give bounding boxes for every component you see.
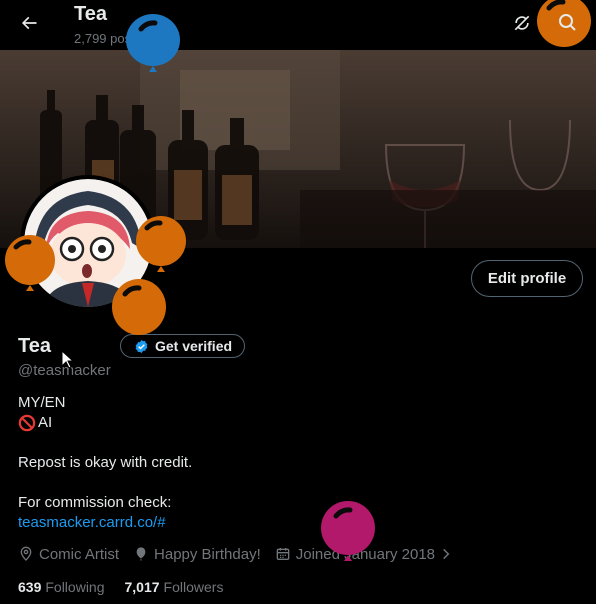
birthday-text: Happy Birthday! bbox=[154, 545, 261, 563]
mouse-cursor-icon bbox=[61, 350, 75, 369]
bio-line-4: For commission check: bbox=[18, 494, 172, 511]
avatar-illustration bbox=[24, 179, 152, 307]
bio-link[interactable]: teasmacker.carrd.co/# bbox=[18, 514, 166, 531]
no-entry-icon bbox=[18, 414, 36, 432]
back-arrow-icon bbox=[21, 16, 37, 30]
profession-text: Comic Artist bbox=[39, 545, 120, 563]
posts-count: 2,799 posts bbox=[74, 31, 142, 46]
profile-avatar[interactable] bbox=[20, 175, 156, 311]
profession-item: Comic Artist bbox=[18, 546, 119, 563]
edit-profile-button[interactable]: Edit profile bbox=[471, 260, 583, 297]
balloon-icon bbox=[136, 547, 146, 561]
following-link[interactable]: 639 Following bbox=[18, 579, 105, 595]
profile-meta: Comic Artist Happy Birthday! Joined Janu… bbox=[18, 544, 453, 564]
bio-ai-text: AI bbox=[38, 414, 53, 431]
get-verified-label: Get verified bbox=[155, 338, 233, 354]
header-title: Tea bbox=[74, 3, 107, 25]
following-count: 639 bbox=[18, 579, 42, 595]
sync-button[interactable] bbox=[507, 8, 537, 38]
search-button[interactable] bbox=[550, 8, 580, 38]
followers-label: Followers bbox=[163, 579, 224, 595]
display-name: Tea bbox=[18, 335, 51, 357]
followers-link[interactable]: 7,017 Followers bbox=[125, 579, 224, 595]
back-button[interactable] bbox=[12, 6, 46, 40]
profile-bio: MY/EN AI Repost is okay with credit. For… bbox=[18, 393, 192, 533]
joined-item: Joined January 2018 bbox=[275, 546, 435, 563]
birthday-item: Happy Birthday! bbox=[133, 546, 261, 563]
location-icon bbox=[20, 546, 32, 561]
chevron-right-icon[interactable] bbox=[439, 547, 453, 561]
verified-badge-icon bbox=[135, 339, 148, 353]
joined-text: Joined January 2018 bbox=[295, 545, 436, 563]
bio-line-2: AI bbox=[18, 413, 192, 433]
followers-count: 7,017 bbox=[124, 579, 160, 595]
bio-line-1: MY/EN bbox=[18, 394, 66, 411]
following-label: Following bbox=[45, 579, 105, 595]
profile-header: Tea 2,799 posts bbox=[0, 0, 596, 50]
follow-stats: 639 Following 7,017 Followers bbox=[18, 579, 243, 595]
search-icon bbox=[558, 16, 573, 31]
bio-line-3: Repost is okay with credit. bbox=[18, 454, 193, 471]
calendar-icon bbox=[276, 548, 290, 560]
get-verified-button[interactable]: Get verified bbox=[120, 334, 245, 358]
sync-icon bbox=[514, 15, 530, 31]
